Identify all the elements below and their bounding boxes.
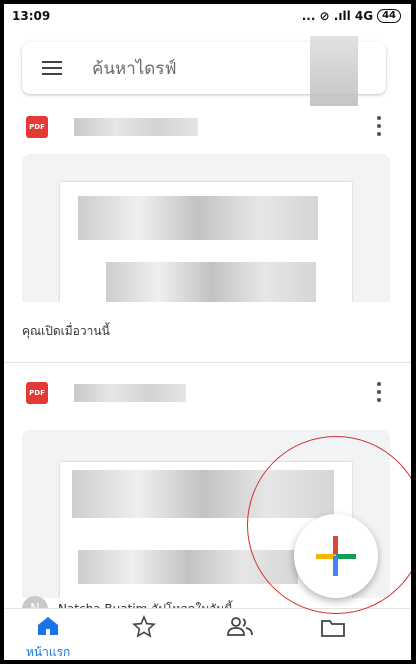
drive-home-screen: 13:09 ... ⊘ .ıll 4G 44 ค้นหาไดรฟ์ PDF คุ… [4, 4, 411, 660]
people-icon [227, 617, 253, 636]
new-item-fab[interactable] [294, 514, 378, 598]
nav-starred[interactable] [132, 614, 156, 643]
status-time: 13:09 [12, 9, 51, 23]
signal-indicator: ... ⊘ .ıll 4G [301, 9, 374, 23]
status-bar: 13:09 ... ⊘ .ıll 4G 44 [4, 4, 411, 28]
nav-shared[interactable] [226, 615, 254, 643]
account-avatar[interactable] [310, 36, 358, 106]
more-options-icon[interactable] [376, 382, 382, 402]
more-options-icon[interactable] [376, 116, 382, 136]
file-card-header[interactable]: PDF [22, 110, 392, 150]
search-placeholder: ค้นหาไดรฟ์ [92, 58, 177, 79]
file-name-blurred [74, 118, 198, 136]
pdf-icon: PDF [26, 382, 48, 404]
menu-icon[interactable] [42, 59, 66, 77]
battery-indicator: 44 [377, 9, 401, 23]
file-thumbnail[interactable] [22, 154, 390, 302]
star-icon [132, 614, 156, 638]
pdf-icon: PDF [26, 116, 48, 138]
file-activity-text: คุณเปิดเมื่อวานนี้ [22, 324, 110, 338]
file-name-blurred [74, 384, 186, 402]
folder-icon [321, 620, 345, 637]
nav-home-label: หน้าแรก [26, 645, 71, 659]
bottom-navigation: หน้าแรก [4, 608, 411, 660]
home-icon [38, 617, 59, 635]
file-card-header[interactable]: PDF [22, 376, 392, 416]
nav-files[interactable] [320, 615, 346, 643]
nav-home[interactable]: หน้าแรก [26, 615, 70, 660]
